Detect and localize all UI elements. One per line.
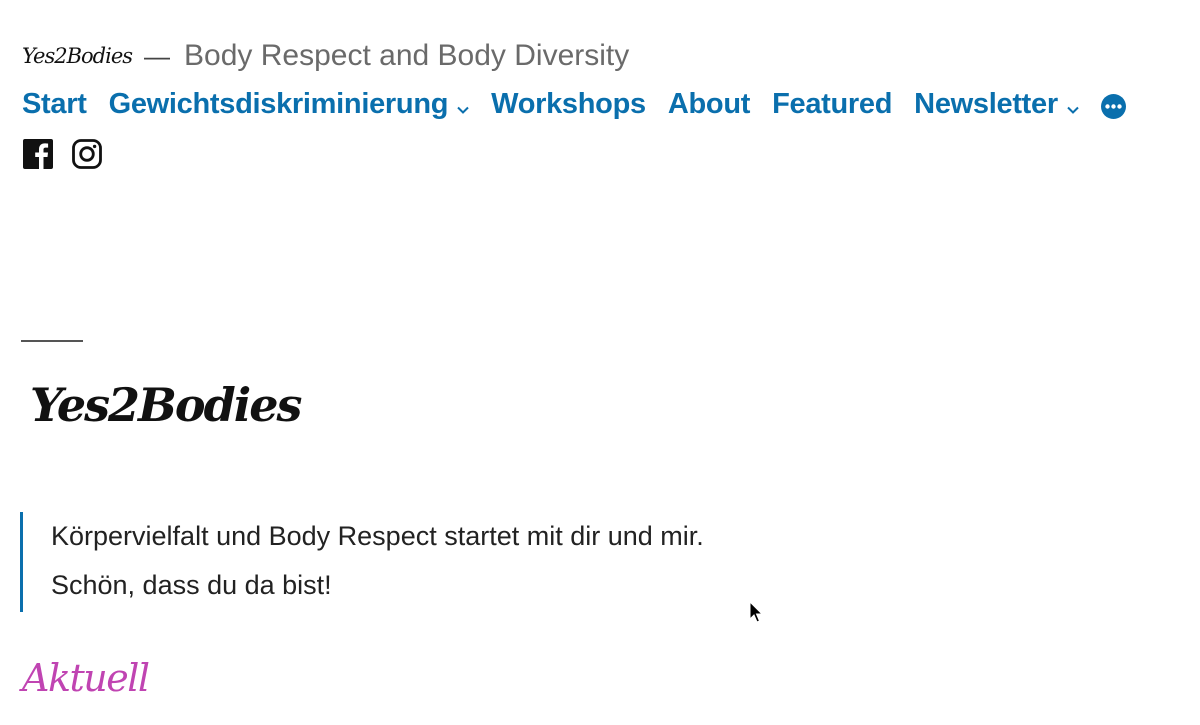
title-separator: —: [144, 40, 171, 71]
site-logo[interactable]: Yes2Bodies: [22, 44, 133, 68]
nav-item-gewichtsdiskriminierung[interactable]: Gewichtsdiskriminierung: [109, 87, 470, 122]
more-dots-icon[interactable]: [1100, 93, 1126, 119]
social-links: [22, 138, 1180, 175]
chevron-down-icon[interactable]: [457, 89, 469, 122]
nav-item-about[interactable]: About: [667, 87, 751, 121]
chevron-down-icon[interactable]: [1067, 89, 1079, 122]
facebook-icon[interactable]: [22, 138, 54, 175]
nav-item-label: Newsletter: [914, 87, 1058, 120]
mouse-cursor-icon: [749, 600, 765, 630]
nav-item-label: About: [667, 87, 751, 120]
quote-line: Körpervielfalt und Body Respect startet …: [51, 521, 704, 551]
site-logo-large: Yes2Bodies: [30, 378, 302, 432]
site-header: Yes2Bodies — Body Respect and Body Diver…: [22, 36, 1180, 175]
section-divider: [21, 340, 83, 342]
quote-line: Schön, dass du da bist!: [51, 570, 332, 600]
nav-item-label: Workshops: [491, 87, 646, 120]
nav-item-label: Start: [22, 87, 87, 120]
nav-item-newsletter[interactable]: Newsletter: [914, 87, 1079, 122]
section-heading: Aktuell: [22, 656, 150, 700]
intro-quote: Körpervielfalt und Body Respect startet …: [20, 512, 704, 612]
nav-item-workshops[interactable]: Workshops: [491, 88, 646, 121]
nav-item-featured[interactable]: Featured: [772, 88, 892, 121]
nav-item-start[interactable]: Start: [22, 88, 87, 121]
site-tagline: Body Respect and Body Diversity: [184, 39, 630, 72]
nav-item-label: Gewichtsdiskriminierung: [108, 87, 449, 120]
branding: Yes2Bodies — Body Respect and Body Diver…: [22, 36, 1180, 76]
main-navigation: Start Gewichtsdiskriminierung Workshops …: [22, 84, 1180, 124]
nav-item-label: Featured: [772, 87, 893, 120]
instagram-icon[interactable]: [71, 138, 103, 175]
